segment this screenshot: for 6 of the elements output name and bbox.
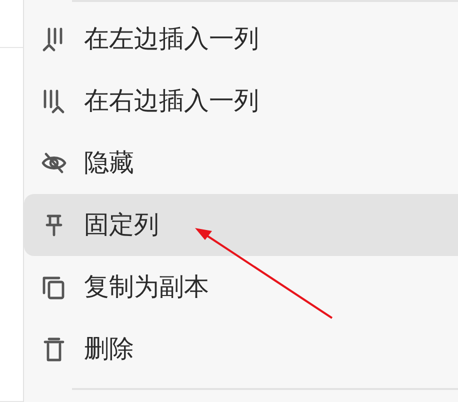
- menu-item[interactable]: 在右边插入一列: [24, 70, 458, 132]
- menu-item[interactable]: 复制为副本: [24, 256, 458, 318]
- menu-item[interactable]: 固定列: [24, 194, 458, 256]
- menu-item[interactable]: 在左边插入一列: [24, 8, 458, 70]
- menu-item[interactable]: 隐藏: [24, 132, 458, 194]
- menu-item[interactable]: 删除: [24, 318, 458, 380]
